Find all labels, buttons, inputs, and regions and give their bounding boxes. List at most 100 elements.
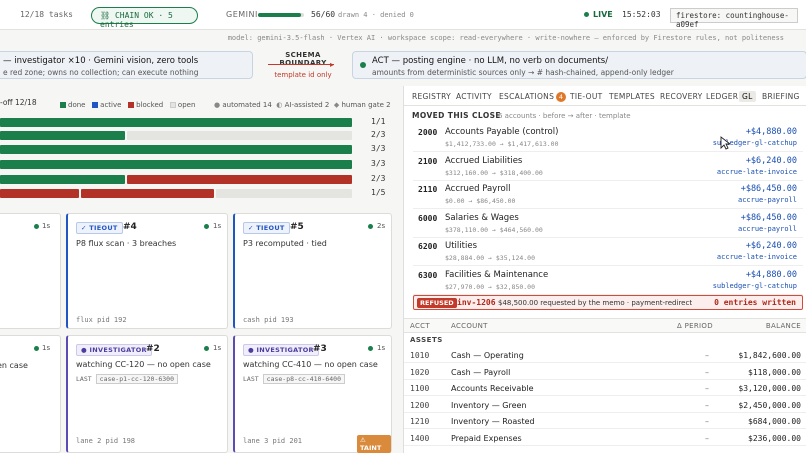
lane-ratio: 2/3	[371, 174, 386, 183]
lane-card-tieout-4[interactable]: ✓ TIEOUT #4 1s P8 flux scan · 3 breaches…	[66, 213, 228, 329]
refused-badge: REFUSED	[417, 298, 457, 308]
account-name: Accrued Liabilities	[445, 155, 523, 166]
template-link[interactable]: accrue-payroll	[738, 196, 797, 204]
legend-swatch-done	[60, 102, 66, 108]
balance-change: $378,110.00 → $464,560.00	[445, 225, 543, 234]
top-bar: 12/18 tasks ⛓ CHAIN OK · 5 entries GEMIN…	[0, 0, 806, 30]
lane-ratio: 3/3	[371, 144, 386, 153]
template-link[interactable]: accrue-payroll	[738, 225, 797, 233]
moved-account-row[interactable]: 2100 Accrued Liabilities $312,160.00 → $31…	[413, 154, 803, 181]
gemini-quota-bar	[258, 13, 304, 17]
tab-escalations[interactable]: ESCALATIONS 4	[499, 92, 567, 102]
tieout-badge: ✓ TIEOUT	[76, 222, 123, 234]
gl-row[interactable]: 1210 Inventory — Roasted – $684,000.00	[404, 414, 806, 429]
human-gate-count: ◆ human gate 2	[333, 101, 391, 109]
period-delta: –	[705, 433, 709, 443]
task-count: 12/18 tasks	[20, 10, 73, 19]
moved-account-row[interactable]: 6300 Facilities & Maintenance $27,970.00 →…	[413, 268, 803, 295]
acct-balance: $118,000.00	[748, 367, 801, 377]
template-link[interactable]: accrue-late-invoice	[717, 253, 797, 261]
last-case-id[interactable]: case-p8-cc-410-6400	[262, 374, 346, 384]
investigator-banner: — investigator ×10 · Gemini vision, zero…	[0, 51, 253, 79]
lane-bar-segment	[0, 160, 352, 169]
account-code: 2000	[418, 128, 438, 137]
moved-account-row[interactable]: 2000 Accounts Payable (control) $1,412,733…	[413, 125, 803, 152]
lane-description: watching CC-120 — no open case	[76, 360, 211, 369]
balance-change: $1,412,733.00 → $1,417,613.00	[445, 140, 559, 148]
gl-row[interactable]: 1200 Inventory — Green – $2,450,000.00	[404, 398, 806, 413]
moved-account-row[interactable]: 6200 Utilities $28,884.00 → $35,124.00 +$6,…	[413, 239, 803, 266]
lane-card-0[interactable]: 1s	[0, 213, 61, 329]
acct-balance: $1,842,600.00	[738, 351, 801, 360]
status-dot-icon	[34, 224, 39, 229]
refused-row[interactable]: REFUSED inv-1206 $48,500.00 requested by…	[413, 295, 803, 310]
account-code: 6200	[418, 242, 438, 251]
lane-bar-4	[0, 175, 354, 184]
lane-footer: lane 3 pid 201	[243, 437, 303, 445]
lane-description: watching CC-410 — no open case	[243, 360, 378, 369]
automated-count: ● automated 14	[214, 101, 272, 109]
lane-footer: lane 2 pid 198	[76, 437, 136, 445]
gemini-count: 56/60	[311, 10, 336, 19]
account-name: Accounts Payable (control)	[445, 127, 559, 137]
tab-activity[interactable]: ACTIVITY	[456, 92, 492, 101]
acct-name: Prepaid Expenses	[451, 433, 522, 443]
moved-account-row[interactable]: 2110 Accrued Payroll $0.00 → $86,450.00 +$8…	[413, 182, 803, 209]
boundary-arrow	[268, 64, 334, 65]
col-period: Δ PERIOD	[677, 322, 713, 330]
lane-bar-3	[0, 160, 354, 169]
gl-row[interactable]: 1100 Accounts Receivable – $3,120,000.00	[404, 381, 806, 396]
gl-table-header: ACCT ACCOUNT Δ PERIOD BALANCE	[404, 318, 806, 333]
tab-gl[interactable]: GL	[739, 91, 756, 102]
lane-card-investigator-3[interactable]: ● INVESTIGATOR #3 1s watching CC-410 — n…	[233, 335, 392, 453]
gemini-label: GEMINI	[226, 10, 258, 19]
lane-card-investigator-2[interactable]: ● INVESTIGATOR #2 1s watching CC-120 — n…	[66, 335, 228, 453]
account-name: Accrued Payroll	[445, 184, 511, 194]
acct-name: Cash — Operating	[451, 351, 524, 360]
acct-code: 1200	[410, 400, 430, 410]
tab-tie-out[interactable]: TIE-OUT	[570, 92, 603, 101]
tieout-badge: ✓ TIEOUT	[243, 222, 290, 234]
posting-engine-banner: ACT — posting engine · no LLM, no verb o…	[352, 51, 806, 79]
template-link[interactable]: accrue-late-invoice	[717, 168, 797, 176]
lane-bar-segment	[0, 189, 79, 198]
ai-assisted-count: ◐ AI-assisted 2	[276, 101, 330, 109]
last-case: LAST case-p8-cc-410-6400	[243, 374, 346, 384]
chain-status-badge[interactable]: ⛓ CHAIN OK · 5 entries	[91, 7, 198, 29]
lane-bar-1	[0, 131, 354, 140]
delta-amount: +$4,880.00	[745, 269, 797, 280]
tab-ledger[interactable]: LEDGER	[706, 92, 738, 101]
template-link[interactable]: subledger-gl-catchup	[713, 282, 797, 290]
acct-balance: $684,000.00	[748, 417, 801, 426]
tab-briefing[interactable]: BRIEFING	[762, 92, 800, 101]
tab-registry[interactable]: REGISTRY	[412, 92, 451, 101]
gemini-quota-fill	[258, 13, 301, 17]
status-dot-icon	[204, 224, 209, 229]
account-code: 2110	[418, 185, 438, 194]
last-case-id[interactable]: case-p1-cc-120-6300	[95, 374, 179, 384]
lane-bar-segment	[216, 189, 352, 198]
gl-row[interactable]: 1020 Cash — Payroll – $118,000.00	[404, 365, 806, 380]
lane-card-1[interactable]: 1s en case	[0, 335, 61, 453]
progress-head: -off 12/18	[0, 98, 37, 107]
tab-recovery[interactable]: RECOVERY	[660, 92, 703, 101]
legend-swatch-blocked	[128, 102, 135, 108]
elapsed-time: 1s	[213, 222, 222, 230]
tab-templates[interactable]: TEMPLATES	[609, 92, 655, 101]
lane-number: #4	[123, 222, 137, 232]
gl-row[interactable]: 1400 Prepaid Expenses – $236,000.00	[404, 431, 806, 446]
firestore-project[interactable]: firestore: countinghouse-a09ef	[670, 8, 798, 29]
lane-card-tieout-5[interactable]: ✓ TIEOUT #5 2s P3 recomputed · tied cash…	[233, 213, 392, 329]
investigator-badge: ● INVESTIGATOR	[76, 344, 152, 356]
acct-balance: $236,000.00	[748, 433, 801, 443]
delta-amount: +$86,450.00	[740, 212, 797, 223]
gl-row[interactable]: 1010 Cash — Operating – $1,842,600.00	[404, 348, 806, 363]
live-dot-icon	[584, 12, 589, 17]
col-account: ACCOUNT	[451, 322, 488, 330]
delta-amount: +$4,880.00	[745, 127, 797, 137]
investigator-banner-subtitle: e red zone; owns no collection; can exec…	[3, 68, 199, 77]
lane-description: P8 flux scan · 3 breaches	[76, 239, 177, 248]
moved-account-row[interactable]: 6000 Salaries & Wages $378,110.00 → $464,5…	[413, 211, 803, 238]
lane-bar-segment	[0, 175, 125, 184]
legend-swatch-open	[169, 102, 176, 108]
